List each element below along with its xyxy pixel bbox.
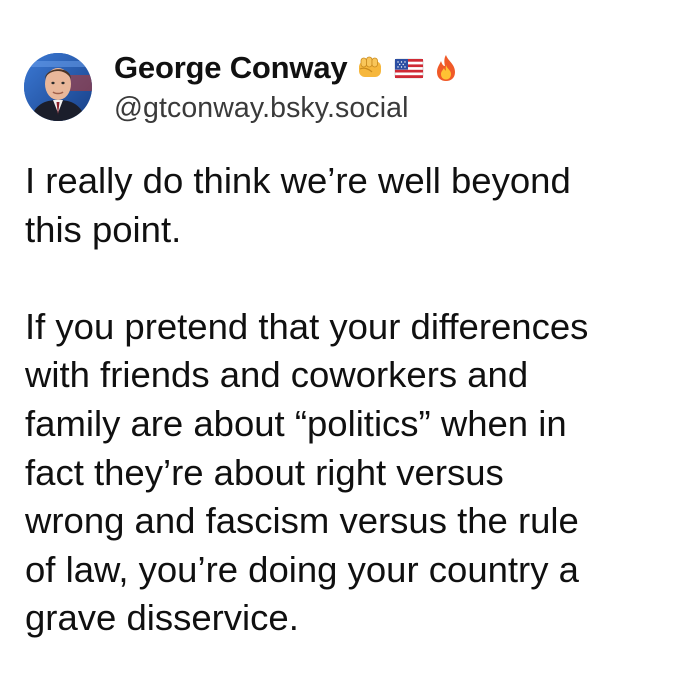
author-identity: George Conway @gtconway.bsky.social bbox=[114, 50, 461, 125]
post-header: George Conway @gtconway.bsky.social bbox=[24, 50, 461, 124]
text-line: of law, you’re doing your country a bbox=[25, 548, 579, 590]
text-line: grave disservice. bbox=[25, 597, 299, 639]
text-line: this point. bbox=[25, 208, 182, 250]
text-line: I really do think we’re well beyond bbox=[25, 160, 571, 201]
text-line: If you pretend that your differences bbox=[25, 305, 589, 347]
post-body: I really do think we’re well beyond this… bbox=[25, 157, 665, 643]
text-line: with friends and coworkers and bbox=[25, 354, 529, 396]
text-line: wrong and fascism versus the rule bbox=[25, 500, 579, 542]
text-line: family are about “politics” when in bbox=[25, 402, 567, 444]
name-row: George Conway bbox=[114, 50, 461, 86]
fire-emoji-icon bbox=[431, 53, 461, 83]
author-display-name[interactable]: George Conway bbox=[114, 50, 348, 86]
post-card: George Conway @gtconway.bsky.social I re… bbox=[0, 0, 680, 677]
fist-emoji-icon bbox=[355, 53, 385, 83]
us-flag-emoji-icon bbox=[393, 53, 424, 83]
text-line: fact they’re about right versus bbox=[25, 451, 504, 493]
post-paragraph: If you pretend that your differences wit… bbox=[25, 303, 665, 643]
avatar[interactable] bbox=[24, 53, 92, 121]
profile-photo-icon bbox=[24, 53, 92, 121]
post-paragraph: I really do think we’re well beyond this… bbox=[25, 157, 665, 254]
author-handle[interactable]: @gtconway.bsky.social bbox=[114, 92, 461, 125]
